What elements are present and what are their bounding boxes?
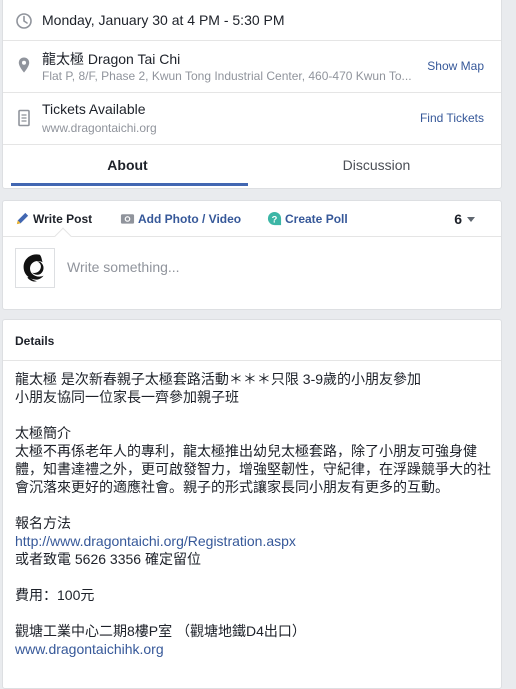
summary-heading: 太極簡介: [15, 425, 71, 441]
location-address: Flat P, 8/F, Phase 2, Kwun Tong Industri…: [42, 69, 412, 83]
intro-line-2: 小朋友協同一位家長一齊參加親子班: [15, 389, 239, 405]
website-link[interactable]: www.dragontaichihk.org: [15, 641, 164, 657]
event-info-card: Monday, January 30 at 4 PM - 5:30 PM 龍太極…: [2, 0, 502, 189]
registration-phone: 或者致電 5626 3356 確定留位: [15, 551, 201, 567]
summary-paragraph: 太極簡介 太極不再係老年人的專利，龍太極推出幼兒太極套路，除了小朋友可強身健體，…: [15, 424, 491, 496]
avatar[interactable]: [15, 248, 55, 288]
details-header: Details: [3, 320, 501, 361]
event-location-row: 龍太極 Dragon Tai Chi Flat P, 8/F, Phase 2,…: [3, 41, 501, 93]
write-post-button[interactable]: Write Post: [15, 211, 92, 226]
write-something-input[interactable]: [67, 259, 487, 275]
map-pin-icon: [15, 56, 33, 74]
page-logo-glyph: 6: [454, 211, 462, 227]
write-post-label: Write Post: [33, 212, 93, 226]
ticket-icon: [15, 109, 33, 127]
create-poll-button[interactable]: ? Create Poll: [267, 211, 348, 226]
details-body: 龍太極 是次新春親子太極套路活動＊＊＊只限 3-9歲的小朋友參加 小朋友協同一位…: [15, 370, 491, 676]
find-tickets-link[interactable]: Find Tickets: [420, 111, 484, 125]
intro-line-1: 龍太極 是次新春親子太極套路活動＊＊＊只限 3-9歲的小朋友參加: [15, 371, 422, 387]
tickets-title: Tickets Available: [42, 101, 146, 117]
post-as-selector[interactable]: 6: [454, 211, 475, 229]
event-time-row: Monday, January 30 at 4 PM - 5:30 PM: [3, 0, 501, 41]
tab-about[interactable]: About: [3, 145, 252, 188]
address-text: 觀塘工業中心二期8樓P室 （觀塘地鐵D4出口）: [15, 623, 306, 639]
tickets-url: www.dragontaichi.org: [42, 121, 157, 135]
clock-icon: [15, 12, 33, 30]
camera-icon: [120, 214, 135, 224]
details-title: Details: [15, 334, 55, 348]
registration-paragraph: 報名方法 http://www.dragontaichi.org/Registr…: [15, 514, 491, 568]
registration-link[interactable]: http://www.dragontaichi.org/Registration…: [15, 533, 296, 549]
show-map-link[interactable]: Show Map: [427, 59, 484, 73]
pencil-icon: [16, 212, 29, 225]
post-composer: Write Post Add Photo / Video ? Create Pol…: [2, 200, 502, 310]
registration-heading: 報名方法: [15, 515, 71, 531]
event-tabs: About Discussion: [3, 145, 501, 188]
dragon-logo-icon: [23, 254, 44, 282]
address-paragraph: 觀塘工業中心二期8樓P室 （觀塘地鐵D4出口） www.dragontaichi…: [15, 622, 491, 658]
location-name[interactable]: 龍太極 Dragon Tai Chi: [42, 49, 180, 69]
caret-down-icon: [467, 217, 475, 222]
svg-text:?: ?: [272, 214, 278, 224]
add-photo-video-button[interactable]: Add Photo / Video: [120, 211, 241, 226]
add-photo-video-label: Add Photo / Video: [138, 212, 242, 226]
event-tickets-row: Tickets Available www.dragontaichi.org F…: [3, 93, 501, 145]
create-poll-label: Create Poll: [285, 212, 348, 226]
composer-body: [3, 237, 501, 309]
summary-text: 太極不再係老年人的專利，龍太極推出幼兒太極套路，除了小朋友可強身健體，知書達禮之…: [15, 443, 491, 495]
fee-paragraph: 費用：100元: [15, 586, 491, 604]
intro-paragraph: 龍太極 是次新春親子太極套路活動＊＊＊只限 3-9歲的小朋友參加 小朋友協同一位…: [15, 370, 491, 406]
poll-icon: ?: [267, 211, 282, 226]
tab-discussion[interactable]: Discussion: [252, 145, 501, 188]
details-card: Details 龍太極 是次新春親子太極套路活動＊＊＊只限 3-9歲的小朋友參加…: [2, 319, 502, 689]
fee-text: 費用：100元: [15, 587, 95, 603]
composer-toolbar: Write Post Add Photo / Video ? Create Pol…: [3, 201, 501, 237]
event-time: Monday, January 30 at 4 PM - 5:30 PM: [42, 12, 285, 28]
